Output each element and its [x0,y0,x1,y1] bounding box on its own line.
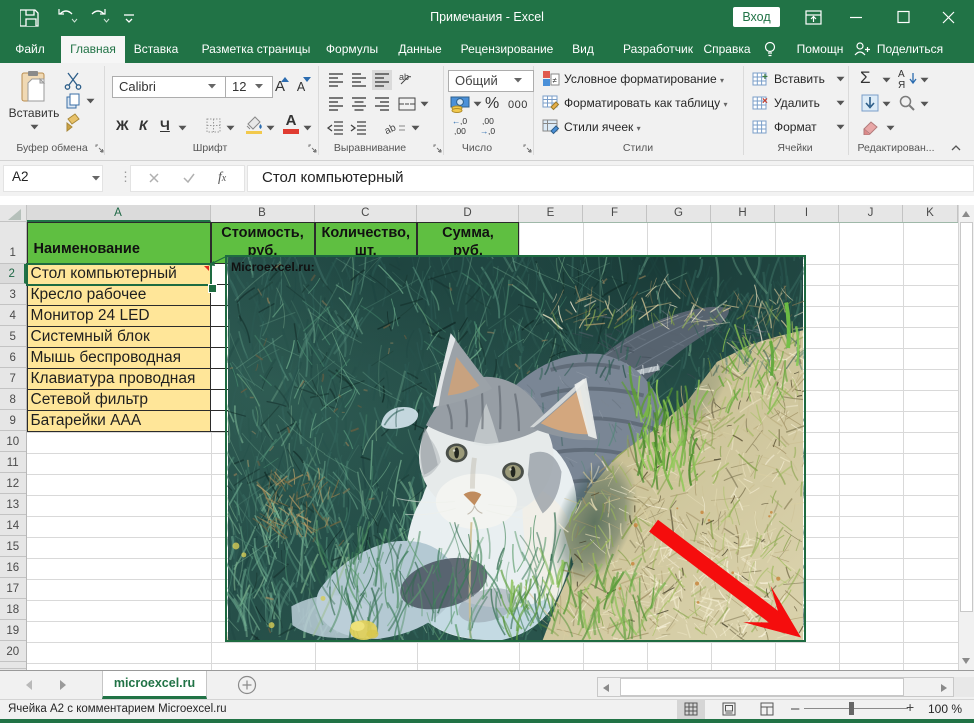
svg-text:≠: ≠ [553,76,558,85]
svg-text:,0: ,0 [488,126,495,136]
svg-text:Microexcel.ru:: Microexcel.ru: [231,260,315,274]
svg-text:,00: ,00 [454,126,466,136]
svg-text:ab: ab [383,122,398,137]
svg-text:×: × [762,96,768,107]
svg-text:,00: ,00 [482,116,494,126]
svg-text:,0: ,0 [460,116,467,126]
svg-text:+: + [762,72,768,83]
